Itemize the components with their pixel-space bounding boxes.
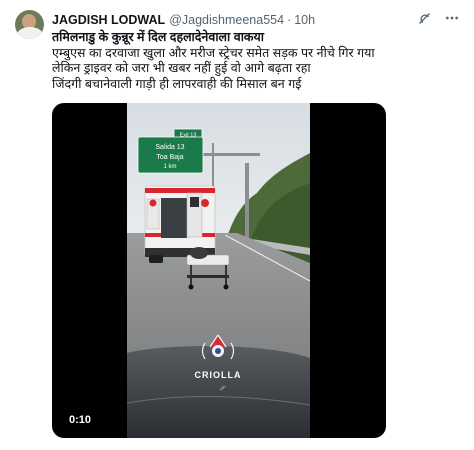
sign-line-3: 1 km	[163, 164, 176, 170]
more-icon[interactable]	[444, 10, 460, 26]
video-duration: 0:10	[64, 412, 97, 428]
avatar-shirt	[17, 27, 43, 39]
separator-dot: ·	[287, 12, 292, 27]
author-handle[interactable]: @Jagdishmeena554	[169, 13, 284, 27]
author-name[interactable]: JAGDISH LODWAL	[52, 13, 165, 27]
tweet-text: तमिलनाडु के कुन्नूर में दिल दहलादेनेवाला…	[52, 30, 462, 92]
tweet-text-line: जिंदगी बचानेवाली गाड़ी ही लापरवाही की मि…	[52, 76, 302, 91]
tweet-header: JAGDISH LODWAL @Jagdishmeena554 · 10h	[52, 11, 315, 28]
tweet-actions	[416, 10, 460, 26]
car-dashboard	[127, 346, 310, 438]
video-frame[interactable]: Exit 13 Salida 13 Toa Baja 1 km CRIOLLA …	[127, 103, 310, 438]
tweet-text-line: एम्बुएस का दरवाजा खुला और मरीज स्ट्रेचर …	[52, 45, 375, 60]
sign-line-1: Salida 13	[155, 144, 184, 151]
avatar[interactable]	[15, 10, 44, 39]
watermark-text: CRIOLLA	[195, 370, 242, 380]
tweet-text-line: लेकिन ड्राइवर को जरा भी खबर नहीं हुई वो …	[52, 61, 311, 75]
tweet-text-line: तमिलनाडु के कुन्नूर में दिल दहलादेनेवाला…	[52, 30, 265, 44]
sign-line-2: Toa Baja	[156, 154, 183, 161]
grok-icon[interactable]	[416, 10, 432, 26]
tweet-card[interactable]: JAGDISH LODWAL @Jagdishmeena554 · 10h तम…	[0, 0, 474, 450]
video-player[interactable]: Exit 13 Salida 13 Toa Baja 1 km CRIOLLA …	[52, 103, 386, 438]
timestamp[interactable]: 10h	[294, 13, 315, 27]
